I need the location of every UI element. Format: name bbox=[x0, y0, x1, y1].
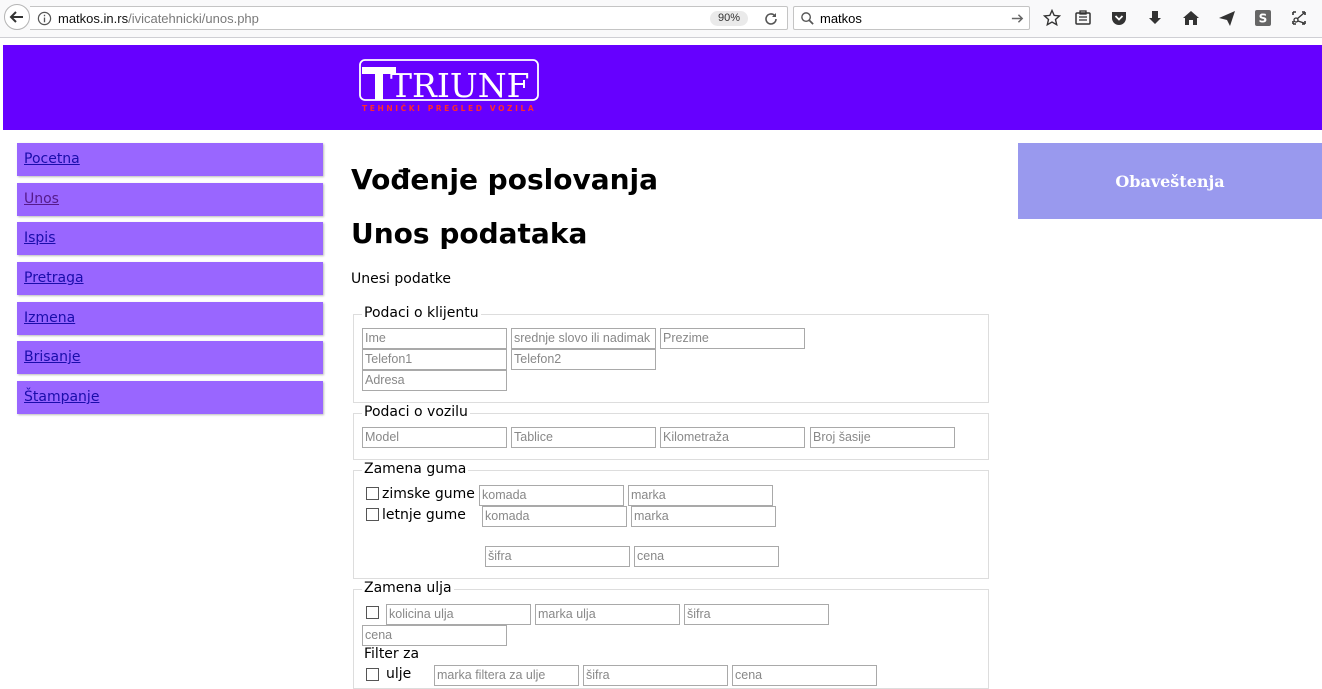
oil-filter-code-input[interactable]: šifra bbox=[583, 665, 728, 686]
intro-text: Unesi podatke bbox=[351, 271, 451, 287]
first-name-input[interactable]: Ime bbox=[362, 328, 507, 349]
client-legend: Podaci o klijentu bbox=[362, 305, 481, 321]
nav-item-izmena[interactable]: Izmena bbox=[17, 301, 323, 335]
oil-price-input[interactable]: cena bbox=[362, 625, 507, 646]
oil-filter-brand-input[interactable]: marka filtera za ulje bbox=[434, 665, 579, 686]
search-input[interactable]: matkos bbox=[820, 11, 862, 26]
back-arrow-icon bbox=[9, 11, 23, 23]
go-arrow-icon[interactable] bbox=[1010, 11, 1025, 26]
nav-link-pretraga[interactable]: Pretraga bbox=[24, 270, 84, 286]
summer-brand-input[interactable]: marka bbox=[631, 506, 776, 527]
page-title: Vođenje poslovanja bbox=[351, 163, 659, 196]
winter-tires-checkbox[interactable] bbox=[366, 487, 379, 500]
nav-item-stampanje[interactable]: Štampanje bbox=[17, 381, 323, 415]
winter-tires-label: zimske gume bbox=[382, 486, 475, 502]
phone1-input[interactable]: Telefon1 bbox=[362, 349, 507, 370]
middle-name-input[interactable]: srednje slovo ili nadimak bbox=[511, 328, 656, 349]
last-name-input[interactable]: Prezime bbox=[660, 328, 805, 349]
sidebar-nav: Pocetna Unos Ispis Pretraga Izmena Brisa… bbox=[17, 143, 323, 421]
nav-link-pocetna[interactable]: Pocetna bbox=[24, 151, 80, 167]
tires-legend: Zamena guma bbox=[362, 461, 469, 477]
site-header: TRIUNF TEHNIČKI PREGLED VOZILA bbox=[3, 45, 1322, 130]
nav-link-izmena[interactable]: Izmena bbox=[24, 310, 75, 326]
info-icon[interactable] bbox=[37, 11, 52, 26]
summer-quantity-input[interactable]: komada bbox=[482, 506, 627, 527]
plates-input[interactable]: Tablice bbox=[511, 427, 656, 448]
oil-filter-price-input[interactable]: cena bbox=[732, 665, 877, 686]
search-bar[interactable]: matkos bbox=[793, 6, 1030, 30]
url-text[interactable]: matkos.in.rs/ivicatehnicki/unos.php bbox=[58, 11, 259, 26]
nav-item-unos[interactable]: Unos bbox=[17, 182, 323, 216]
nav-item-pocetna[interactable]: Pocetna bbox=[17, 143, 323, 176]
notices-title: Obaveštenja bbox=[1115, 171, 1225, 191]
address-bar[interactable]: matkos.in.rs/ivicatehnicki/unos.php 90% bbox=[30, 6, 788, 30]
notices-panel: Obaveštenja bbox=[1018, 143, 1322, 219]
nav-item-brisanje[interactable]: Brisanje bbox=[17, 341, 323, 375]
summer-tires-checkbox[interactable] bbox=[366, 508, 379, 521]
nav-link-ispis[interactable]: Ispis bbox=[24, 230, 56, 246]
section-title: Unos podataka bbox=[351, 217, 588, 250]
model-input[interactable]: Model bbox=[362, 427, 507, 448]
back-button[interactable] bbox=[4, 4, 30, 30]
zoom-indicator[interactable]: 90% bbox=[710, 11, 749, 26]
tires-price-input[interactable]: cena bbox=[634, 546, 779, 567]
screenshot-icon[interactable] bbox=[1290, 9, 1308, 27]
mileage-input[interactable]: Kilometraža bbox=[660, 427, 805, 448]
oil-brand-input[interactable]: marka ulja bbox=[535, 604, 680, 625]
oil-legend: Zamena ulja bbox=[362, 580, 454, 596]
svg-text:TEHNIČKI PREGLED VOZILA: TEHNIČKI PREGLED VOZILA bbox=[362, 104, 536, 113]
svg-text:S: S bbox=[1259, 12, 1268, 26]
send-icon[interactable] bbox=[1218, 9, 1236, 27]
browser-toolbar: matkos.in.rs/ivicatehnicki/unos.php 90% … bbox=[0, 0, 1322, 38]
extension-s-icon[interactable]: S bbox=[1254, 9, 1272, 27]
reload-icon[interactable] bbox=[763, 11, 779, 27]
oil-code-input[interactable]: šifra bbox=[684, 604, 829, 625]
vehicle-legend: Podaci o vozilu bbox=[362, 404, 470, 420]
address-input[interactable]: Adresa bbox=[362, 370, 507, 391]
triunf-logo[interactable]: TRIUNF TEHNIČKI PREGLED VOZILA bbox=[358, 59, 540, 115]
search-icon bbox=[801, 12, 814, 25]
chassis-input[interactable]: Broj šasije bbox=[810, 427, 955, 448]
nav-link-unos[interactable]: Unos bbox=[24, 191, 59, 207]
filter-label: Filter za bbox=[364, 646, 420, 662]
tires-code-input[interactable]: šifra bbox=[485, 546, 630, 567]
svg-text:TRIUNF: TRIUNF bbox=[390, 66, 529, 105]
nav-link-brisanje[interactable]: Brisanje bbox=[24, 349, 81, 365]
home-icon[interactable] bbox=[1182, 9, 1200, 27]
bookmarks-library-icon[interactable] bbox=[1074, 9, 1092, 27]
oil-quantity-input[interactable]: kolicina ulja bbox=[386, 604, 531, 625]
winter-brand-input[interactable]: marka bbox=[628, 485, 773, 506]
pocket-icon[interactable] bbox=[1110, 9, 1128, 27]
nav-item-pretraga[interactable]: Pretraga bbox=[17, 262, 323, 296]
summer-tires-label: letnje gume bbox=[382, 507, 466, 523]
download-icon[interactable] bbox=[1146, 9, 1164, 27]
winter-quantity-input[interactable]: komada bbox=[479, 485, 624, 506]
oil-filter-label: ulje bbox=[386, 666, 412, 682]
bookmark-star-icon[interactable] bbox=[1043, 9, 1061, 27]
nav-link-stampanje[interactable]: Štampanje bbox=[24, 389, 99, 405]
nav-item-ispis[interactable]: Ispis bbox=[17, 222, 323, 256]
oil-change-checkbox[interactable] bbox=[366, 606, 379, 619]
phone2-input[interactable]: Telefon2 bbox=[511, 349, 656, 370]
